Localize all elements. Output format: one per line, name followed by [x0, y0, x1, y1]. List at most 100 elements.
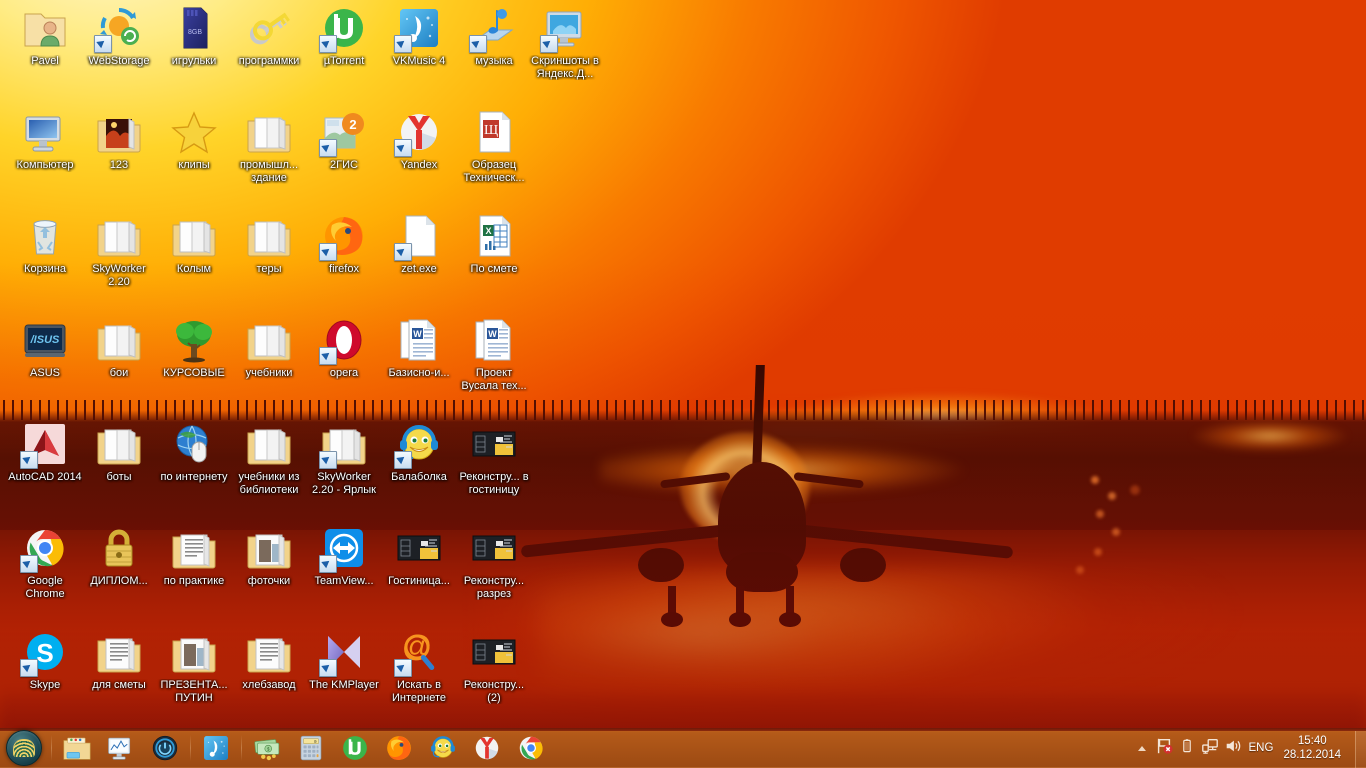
desktop-icon[interactable]: ДИПЛОМ...: [82, 524, 156, 588]
desktop-icon-label: учебники: [245, 367, 293, 379]
desktop-icon[interactable]: бои: [82, 316, 156, 380]
desktop-icon[interactable]: Компьютер: [8, 108, 82, 172]
vkmusic-icon: [201, 733, 231, 763]
desktop-icon[interactable]: X По смете: [457, 212, 531, 276]
desktop-icon[interactable]: клипы: [157, 108, 231, 172]
taskbar-item-firefox[interactable]: [377, 728, 421, 768]
desktop-icon[interactable]: /ISUS ASUS: [8, 316, 82, 380]
taskbar-empty-space[interactable]: [553, 728, 1131, 768]
desktop[interactable]: Pavel WebStorage 8GB игрульки программки µTor…: [0, 0, 1366, 768]
show-desktop-button[interactable]: [1355, 728, 1366, 768]
desktop-icon[interactable]: учебники из библиотеки: [232, 420, 306, 496]
desktop-icon[interactable]: КУРСОВЫЕ: [157, 316, 231, 380]
desktop-icon[interactable]: VKMusic 4: [382, 4, 456, 68]
desktop-icon[interactable]: WebStorage: [82, 4, 156, 68]
folder-icon: [95, 420, 143, 468]
taskbar-item-balabolka[interactable]: [421, 728, 465, 768]
desktop-icon[interactable]: Реконстру... в гостиницу: [457, 420, 531, 496]
desktop-icon[interactable]: SkyWorker 2.20: [82, 212, 156, 288]
system-tray[interactable]: ENG 15:40 28.12.2014: [1131, 728, 1353, 768]
desktop-icon[interactable]: AutoCAD 2014: [8, 420, 82, 484]
desktop-icon[interactable]: музыка: [457, 4, 531, 68]
desktop-icon[interactable]: Google Chrome: [8, 524, 82, 600]
desktop-icon[interactable]: opera: [307, 316, 381, 380]
search-web-icon: @: [394, 628, 443, 677]
desktop-icon[interactable]: учебники: [232, 316, 306, 380]
yandex-browser-icon: [472, 733, 502, 763]
desktop-icon[interactable]: по интернету: [157, 420, 231, 484]
desktop-icon[interactable]: для сметы: [82, 628, 156, 692]
tray-battery[interactable]: [1176, 731, 1199, 765]
start-orb-icon: [6, 730, 42, 766]
desktop-icon[interactable]: фоточки: [232, 524, 306, 588]
svg-text:S: S: [36, 638, 53, 668]
quick-launch-bar[interactable]: $0: [55, 728, 333, 768]
svg-text:W: W: [413, 329, 422, 339]
language-indicator[interactable]: ENG: [1245, 742, 1282, 754]
desktop-icon-label: Балаболка: [391, 471, 447, 483]
desktop-icon[interactable]: по практике: [157, 524, 231, 588]
desktop-icon[interactable]: хлебзавод: [232, 628, 306, 692]
desktop-icon[interactable]: ПРЕЗЕНТА... ПУТИН: [157, 628, 231, 704]
desktop-icon[interactable]: 123: [82, 108, 156, 172]
taskbar-item-yandex[interactable]: [465, 728, 509, 768]
shortcut-arrow-icon: [94, 35, 112, 53]
desktop-icon[interactable]: The KMPlayer: [307, 628, 381, 692]
desktop-icon[interactable]: Балаболка: [382, 420, 456, 484]
taskbar[interactable]: $0 ENG 15:40 28.12.2014: [0, 728, 1366, 768]
taskbar-item-calculator[interactable]: 0: [289, 728, 333, 768]
chevron-up-icon[interactable]: [1131, 731, 1153, 765]
start-button[interactable]: [0, 728, 48, 768]
desktop-icon[interactable]: боты: [82, 420, 156, 484]
desktop-icon[interactable]: W Базисно-и...: [382, 316, 456, 380]
desktop-icon-label: Колым: [176, 263, 212, 275]
desktop-icon-label: Реконстру... разрез: [463, 575, 525, 600]
taskbar-item-money[interactable]: $: [245, 728, 289, 768]
word-doc-icon: W: [395, 316, 443, 364]
taskbar-item-performance[interactable]: [99, 728, 143, 768]
desktop-icon[interactable]: Корзина: [8, 212, 82, 276]
tray-network[interactable]: [1199, 731, 1222, 765]
desktop-icon-label: 123: [109, 159, 129, 171]
desktop-icon[interactable]: W Проект Вусала тех...: [457, 316, 531, 392]
taskbar-item-chrome[interactable]: [509, 728, 553, 768]
shortcut-arrow-icon: [319, 451, 337, 469]
desktop-icon[interactable]: Реконстру... (2): [457, 628, 531, 704]
taskbar-item-power-manager[interactable]: [143, 728, 187, 768]
svg-text:X: X: [485, 226, 491, 236]
desktop-icon[interactable]: Щ Образец Техническ...: [457, 108, 531, 184]
desktop-icon[interactable]: S Skype: [8, 628, 82, 692]
taskbar-item-explorer[interactable]: [55, 728, 99, 768]
tray-action-center[interactable]: [1153, 731, 1176, 765]
desktop-icon[interactable]: Скриншоты в Яндекс.Д...: [528, 4, 602, 80]
desktop-icon[interactable]: Pavel: [8, 4, 82, 68]
desktop-icon-label: WebStorage: [88, 55, 150, 67]
desktop-icon[interactable]: firefox: [307, 212, 381, 276]
desktop-icon[interactable]: Реконстру... разрез: [457, 524, 531, 600]
taskbar-item-utorrent[interactable]: [333, 728, 377, 768]
chrome-icon: [516, 733, 546, 763]
tray-volume[interactable]: [1222, 731, 1245, 765]
desktop-icon[interactable]: промышл... здание: [232, 108, 306, 184]
desktop-icon[interactable]: 8GB игрульки: [157, 4, 231, 68]
task-button-area[interactable]: [333, 728, 553, 768]
desktop-icon-grid[interactable]: Pavel WebStorage 8GB игрульки программки µTor…: [0, 0, 1366, 768]
desktop-icon[interactable]: Гостиница...: [382, 524, 456, 588]
desktop-icon[interactable]: SkyWorker 2.20 - Ярлык: [307, 420, 381, 496]
taskbar-item-vkmusic[interactable]: [194, 728, 238, 768]
desktop-icon[interactable]: zet.exe: [382, 212, 456, 276]
desktop-icon[interactable]: @ Искать в Интернете: [382, 628, 456, 704]
desktop-icon[interactable]: TeamView...: [307, 524, 381, 588]
folder-icon: [245, 420, 293, 468]
desktop-icon[interactable]: теры: [232, 212, 306, 276]
desktop-icon[interactable]: µTorrent: [307, 4, 381, 68]
desktop-icon[interactable]: программки: [232, 4, 306, 68]
shortcut-arrow-icon: [394, 35, 412, 53]
desktop-icon[interactable]: Колым: [157, 212, 231, 276]
kmplayer-icon: [319, 628, 368, 677]
desktop-icon[interactable]: Yandex: [382, 108, 456, 172]
clock[interactable]: 15:40 28.12.2014: [1281, 734, 1349, 762]
desktop-icon-label: TeamView...: [314, 575, 374, 587]
desktop-icon[interactable]: 2 2ГИС: [307, 108, 381, 172]
desktop-icon-label: хлебзавод: [242, 679, 296, 691]
